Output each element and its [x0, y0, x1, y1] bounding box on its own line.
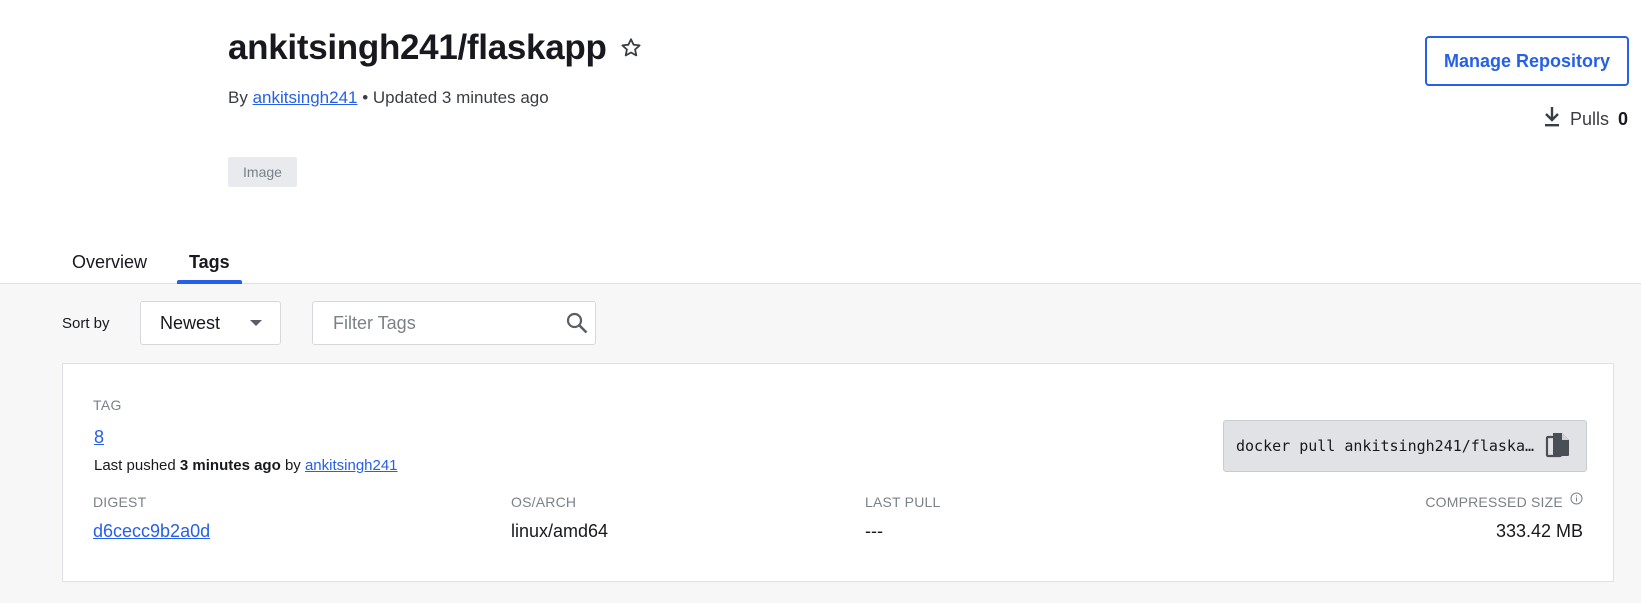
osarch-header: OS/ARCH [511, 494, 577, 510]
compressed-size-label: COMPRESSED SIZE [1425, 494, 1563, 510]
repo-title: ankitsingh241/flaskapp [228, 28, 607, 67]
repo-byline: By ankitsingh241 • Updated 3 minutes ago [228, 88, 549, 108]
compressed-size-header: COMPRESSED SIZE [1425, 492, 1583, 510]
info-icon[interactable] [1570, 492, 1583, 505]
tag-link[interactable]: 8 [94, 427, 104, 448]
tab-overview[interactable]: Overview [60, 240, 159, 284]
pulls-counter: Pulls 0 [1542, 106, 1628, 133]
pulls-label: Pulls [1569, 109, 1609, 129]
by-word: by [284, 457, 301, 474]
owner-link[interactable]: ankitsingh241 [253, 88, 358, 107]
osarch-value: linux/amd64 [511, 521, 609, 541]
digest-header: DIGEST [93, 494, 147, 510]
sort-label: Sort by [62, 315, 110, 332]
search-icon[interactable] [565, 311, 589, 335]
digest-link[interactable]: d6cecc9b2a0d [93, 521, 210, 541]
pull-command-box: docker pull ankitsingh241/flaskapp:8 [1223, 420, 1587, 472]
digest-value: d6cecc9b2a0d [93, 521, 210, 542]
last-pushed-prefix: Last pushed [94, 457, 176, 474]
tag-card: TAG 8 Last pushed 3 minutes ago by ankit… [62, 363, 1614, 582]
pull-command-text: docker pull ankitsingh241/flaskapp:8 [1236, 437, 1539, 455]
image-badge: Image [228, 157, 297, 187]
compressed-size-value: 333.42 MB [1495, 521, 1583, 541]
repo-title-row: ankitsingh241/flaskapp [228, 28, 643, 68]
sort-dropdown[interactable]: Newest [140, 301, 281, 345]
last-pushed-info: Last pushed 3 minutes ago by ankitsingh2… [94, 457, 398, 474]
copy-icon[interactable] [1545, 432, 1571, 460]
last-pull-header: LAST PULL [865, 494, 941, 510]
filter-tags-input[interactable] [313, 302, 565, 344]
byline-prefix: By [228, 88, 248, 107]
repo-tabs: Overview Tags [60, 240, 242, 284]
updated-text: • Updated 3 minutes ago [362, 88, 549, 107]
last-pushed-time: 3 minutes ago [179, 457, 281, 474]
last-pull-value: --- [865, 521, 883, 541]
tab-tags[interactable]: Tags [177, 240, 242, 284]
chevron-down-icon [250, 320, 262, 326]
repo-header: ankitsingh241/flaskapp By ankitsingh241 … [0, 0, 1641, 284]
sort-value: Newest [160, 312, 221, 333]
filter-tags-field [312, 301, 596, 345]
pulls-count: 0 [1617, 109, 1628, 129]
manage-repository-button[interactable]: Manage Repository [1425, 36, 1629, 86]
pusher-link[interactable]: ankitsingh241 [305, 457, 398, 474]
tag-header: TAG [93, 397, 122, 413]
download-icon [1542, 106, 1570, 133]
tags-panel: Sort by Newest TAG 8 Last pushed 3 minut… [0, 284, 1641, 603]
star-icon[interactable] [619, 36, 643, 60]
